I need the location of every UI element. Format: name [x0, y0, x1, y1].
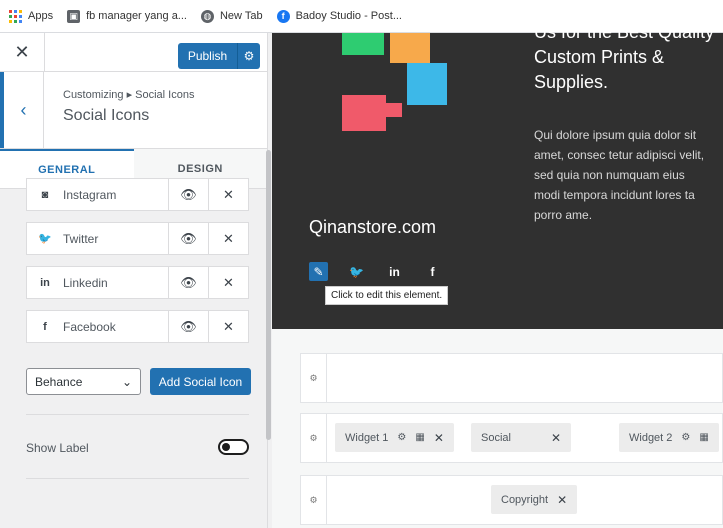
remove-icon[interactable]: ✕ [208, 223, 248, 254]
visibility-eye-icon[interactable]: 👁 [168, 311, 208, 342]
edit-pencil-icon[interactable]: ✎ [309, 262, 328, 281]
edit-tooltip: Click to edit this element. [325, 286, 449, 305]
bookmark-label: Badoy Studio - Post... [295, 10, 402, 22]
breadcrumb: Customizing ▸ Social Icons [63, 89, 195, 101]
twitter-icon[interactable]: 🐦 [347, 262, 366, 281]
bookmark-label: New Tab [219, 10, 263, 22]
close-icon[interactable]: ✕ [551, 431, 561, 445]
row-settings-gear-icon[interactable]: ⚙ [301, 354, 327, 402]
chevron-left-icon: ‹ [20, 99, 27, 120]
site-tagline: Us for the Best Quality Custom Prints & … [534, 22, 715, 92]
row-settings-gear-icon[interactable]: ⚙ [301, 414, 327, 462]
widget-block-icon[interactable]: ▦ [699, 432, 708, 443]
social-item-twitter[interactable]: 🐦 Twitter 👁 ✕ [26, 222, 249, 255]
section-title: Social Icons [63, 107, 150, 124]
footer-builder-row-bottom[interactable]: ⚙ Copyright ✕ [300, 475, 723, 525]
add-social-row: Behance ⌄ Add Social Icon [26, 368, 251, 395]
social-item-label: Instagram [63, 187, 117, 202]
panel-scrollbar[interactable] [266, 150, 271, 440]
close-customizer-button[interactable]: ✕ [0, 32, 45, 72]
footer-builder-row-main[interactable]: ⚙ Widget 1 ⚙ ▦ ✕ Social ✕ Widget 2 ⚙ ▦ [300, 413, 723, 463]
visibility-eye-icon[interactable]: 👁 [168, 223, 208, 254]
social-item-label: Facebook [63, 319, 116, 334]
close-icon: ✕ [14, 41, 30, 62]
hero-section: Us for the Best Quality Custom Prints & … [272, 22, 723, 329]
chip-label: Social [481, 431, 511, 444]
section-header: ‹ Customizing ▸ Social Icons Social Icon… [0, 72, 267, 149]
bookmark-label: fb manager yang a... [86, 10, 187, 22]
bookmark-fb-manager[interactable]: ▣ fb manager yang a... [67, 9, 187, 23]
gear-icon[interactable]: ⚙ [238, 49, 260, 63]
copyright-chip[interactable]: Copyright ✕ [491, 485, 578, 514]
globe-icon: ◍ [200, 9, 214, 23]
row-settings-gear-icon[interactable]: ⚙ [301, 476, 327, 524]
chevron-down-icon: ⌄ [121, 374, 132, 389]
widget2-chip[interactable]: Widget 2 ⚙ ▦ [619, 423, 719, 452]
close-icon[interactable]: ✕ [434, 431, 444, 445]
social-icons-list: ◙ Instagram 👁 ✕ 🐦 Twitter 👁 ✕ in Linkedi… [26, 178, 249, 354]
remove-icon[interactable]: ✕ [208, 179, 248, 210]
social-item-instagram[interactable]: ◙ Instagram 👁 ✕ [26, 178, 249, 211]
close-icon[interactable]: ✕ [557, 493, 567, 507]
toggle-knob [222, 443, 230, 451]
facebook-icon[interactable]: f [423, 262, 442, 281]
bookmark-badoy-studio[interactable]: f Badoy Studio - Post... [276, 9, 402, 23]
bookmark-apps[interactable]: Apps [9, 9, 54, 23]
instagram-icon: ◙ [41, 188, 49, 201]
social-network-select[interactable]: Behance ⌄ [26, 368, 141, 395]
facebook-icon: f [43, 320, 47, 333]
widget-block-icon[interactable]: ▦ [415, 432, 424, 443]
social-item-linkedin[interactable]: in Linkedin 👁 ✕ [26, 266, 249, 299]
chip-label: Widget 1 [345, 431, 389, 444]
publish-button[interactable]: Publish ⚙ [178, 43, 260, 69]
customizer-topbar: ✕ Publish ⚙ [0, 32, 267, 72]
divider [26, 478, 249, 479]
divider [26, 414, 249, 415]
widget1-chip[interactable]: Widget 1 ⚙ ▦ ✕ [335, 423, 454, 452]
gear-icon[interactable]: ⚙ [681, 432, 690, 443]
site-description: Qui dolore ipsum quia dolor sit amet, co… [534, 128, 705, 222]
puzzle-logo-icon [342, 33, 447, 131]
facebook-icon: f [276, 9, 290, 23]
twitter-icon: 🐦 [38, 233, 52, 245]
visibility-eye-icon[interactable]: 👁 [168, 267, 208, 298]
bookmark-page-icon: ▣ [67, 9, 81, 23]
site-preview: Us for the Best Quality Custom Prints & … [272, 22, 723, 528]
publish-label: Publish [178, 43, 238, 69]
gear-icon[interactable]: ⚙ [397, 432, 406, 443]
show-label-text: Show Label [26, 441, 89, 455]
chip-label: Copyright [501, 493, 549, 506]
apps-grid-icon [9, 9, 22, 23]
site-title[interactable]: Qinanstore.com [309, 217, 436, 238]
footer-builder-row-top[interactable]: ⚙ [300, 353, 723, 403]
bookmark-label: Apps [28, 10, 54, 22]
social-item-label: Twitter [63, 231, 99, 246]
social-item-facebook[interactable]: f Facebook 👁 ✕ [26, 310, 249, 343]
social-icons-preview: ✎ 🐦 in f [309, 262, 442, 281]
back-button[interactable]: ‹ [0, 72, 44, 148]
social-chip[interactable]: Social ✕ [471, 423, 571, 452]
visibility-eye-icon[interactable]: 👁 [168, 179, 208, 210]
social-item-label: Linkedin [63, 275, 108, 290]
remove-icon[interactable]: ✕ [208, 267, 248, 298]
select-value: Behance [35, 374, 83, 389]
bookmark-new-tab[interactable]: ◍ New Tab [200, 9, 263, 23]
show-label-toggle[interactable] [218, 439, 249, 455]
remove-icon[interactable]: ✕ [208, 311, 248, 342]
chip-label: Widget 2 [629, 431, 673, 444]
linkedin-icon[interactable]: in [385, 262, 404, 281]
add-social-icon-button[interactable]: Add Social Icon [150, 368, 251, 395]
section-titles: Customizing ▸ Social Icons Social Icons [44, 72, 194, 148]
linkedin-icon: in [40, 276, 50, 289]
